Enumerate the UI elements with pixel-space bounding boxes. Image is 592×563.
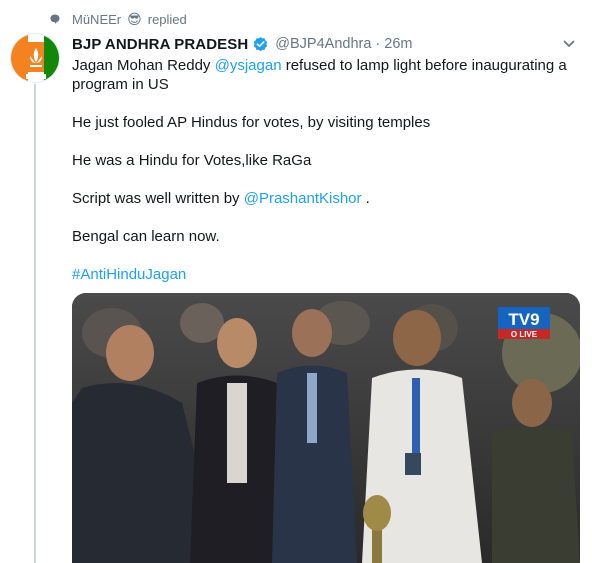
tweet-header: BJP ANDHRA PRADESH @BJP4Andhra · 26m <box>72 33 576 55</box>
verified-badge-icon <box>254 36 268 51</box>
logo-sub-text: O LIVE <box>511 330 538 339</box>
tweet-video-thumbnail[interactable]: TV9 O LIVE <box>72 293 580 563</box>
tweet-text-line-3: He was a Hindu for Votes,like RaGa <box>72 152 312 169</box>
reply-context: MüNEEr 😎 replied <box>50 10 187 28</box>
thread-line <box>34 84 36 563</box>
user-handle[interactable]: @BJP4Andhra <box>275 36 371 52</box>
mention-ysjagan[interactable]: @ysjagan <box>215 57 282 74</box>
speech-bubble-icon <box>50 14 60 24</box>
separator-dot: · <box>375 36 381 52</box>
logo-main-text: TV9 <box>508 310 539 329</box>
chevron-down-icon[interactable] <box>562 37 576 51</box>
tv9-channel-logo: TV9 O LIVE <box>498 307 550 339</box>
text-segment: Script was well written by <box>72 190 244 207</box>
text-segment: Jagan Mohan Reddy <box>72 57 215 74</box>
display-name[interactable]: BJP ANDHRA PRADESH <box>72 36 248 53</box>
avatar[interactable] <box>10 33 60 83</box>
context-user[interactable]: MüNEEr <box>72 12 121 27</box>
text-segment: program in US <box>72 76 169 93</box>
tweet-text-line-2: He just fooled AP Hindus for votes, by v… <box>72 114 431 131</box>
tweet-text-line-1: Jagan Mohan Reddy @ysjagan refused to la… <box>72 56 572 94</box>
timestamp[interactable]: 26m <box>384 36 412 52</box>
context-action: replied <box>147 11 187 27</box>
mention-prashantkishor[interactable]: @PrashantKishor <box>244 190 362 207</box>
sunglasses-emoji: 😎 <box>127 11 142 27</box>
bjp-lotus-logo <box>11 34 59 82</box>
text-segment: refused to lamp light before inauguratin… <box>281 57 567 74</box>
tweet-text-line-5: Bengal can learn now. <box>72 228 220 245</box>
hashtag-link[interactable]: #AntiHinduJagan <box>72 265 572 284</box>
text-segment: . <box>361 190 370 207</box>
tweet-text-line-4: Script was well written by @PrashantKish… <box>72 189 572 208</box>
